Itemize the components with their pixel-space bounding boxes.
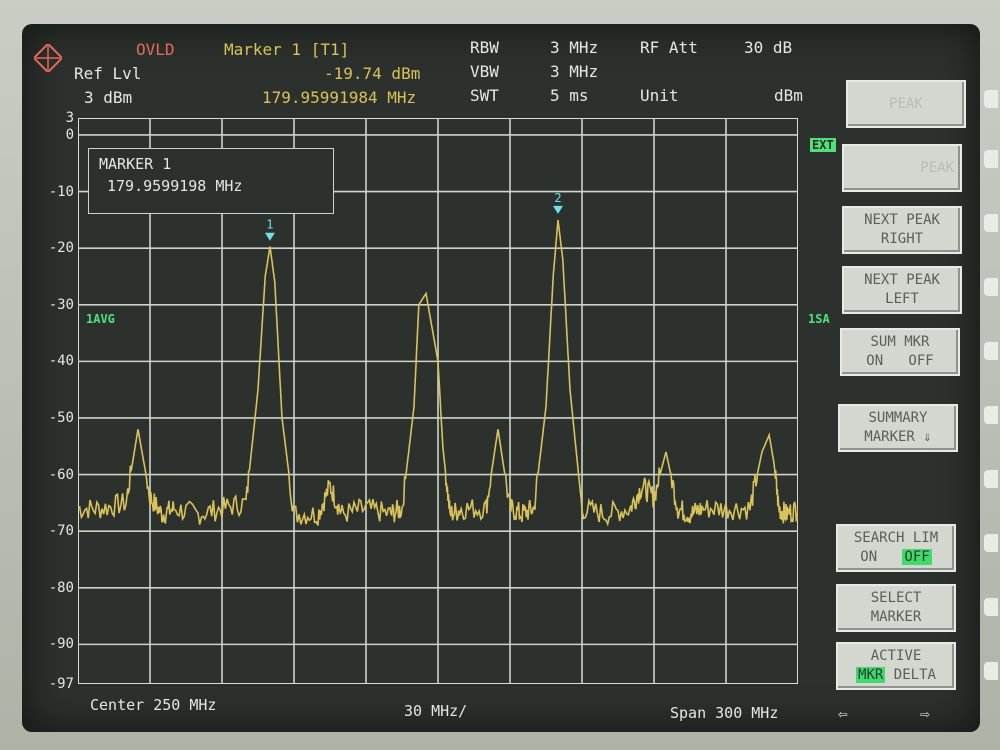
softkey-peak-2[interactable]: PEAK <box>842 144 962 192</box>
softkey-next-left-line2: LEFT <box>885 291 919 307</box>
softkey-search-on: ON <box>860 549 878 565</box>
softkey-next-right-line1: NEXT PEAK <box>864 212 940 228</box>
marker-box-title: MARKER 1 <box>99 155 172 173</box>
softkey-select-marker[interactable]: SELECT MARKER <box>836 584 956 632</box>
hardkey-7[interactable] <box>984 470 998 488</box>
hardkey-3[interactable] <box>984 214 998 232</box>
swt-value: 5 ms <box>550 86 589 105</box>
analyzer-screen: OVLD Marker 1 [T1] Ref Lvl -19.74 dBm 3 … <box>22 24 980 732</box>
hardkey-9[interactable] <box>984 598 998 616</box>
rbw-label: RBW <box>470 38 499 57</box>
unit-label: Unit <box>640 86 679 105</box>
span-frequency: Span 300 MHz <box>670 704 779 722</box>
softkey-search-limit[interactable]: SEARCH LIM ON OFF <box>836 524 956 572</box>
hardkey-8[interactable] <box>984 534 998 552</box>
y-tick-label: 0 <box>65 126 74 143</box>
trace-tag-left: 1AVG <box>86 312 115 326</box>
y-tick-label: -70 <box>48 523 74 540</box>
y-tick-label: -30 <box>48 296 74 313</box>
rf-att-label: RF Att <box>640 38 698 57</box>
y-tick-label: -97 <box>48 676 74 692</box>
y-tick-label: -10 <box>48 183 74 200</box>
softkey-select-line2: MARKER <box>870 609 922 625</box>
y-tick-label: -60 <box>48 466 74 483</box>
y-tick-label: -90 <box>48 636 74 653</box>
softkey-next-peak-right[interactable]: NEXT PEAK RIGHT <box>842 206 962 254</box>
brand-logo-icon <box>34 44 62 72</box>
vbw-label: VBW <box>470 62 499 81</box>
softkey-sum-marker[interactable]: SUM MKR ON OFF <box>840 328 960 376</box>
overload-indicator: OVLD <box>136 40 175 59</box>
hardkey-column <box>984 90 1000 710</box>
ref-level-value: 3 dBm <box>84 88 133 107</box>
softkey-active-mkr: MKR <box>856 667 886 683</box>
y-tick-label: -80 <box>48 579 74 596</box>
center-frequency: Center 250 MHz <box>90 696 217 714</box>
softkey-next-peak-left[interactable]: NEXT PEAK LEFT <box>842 266 962 314</box>
marker-title: Marker 1 [T1] <box>224 40 350 59</box>
rf-att-value: 30 dB <box>744 38 793 57</box>
ext-tag: EXT <box>810 138 836 152</box>
softkey-active-line1: ACTIVE <box>870 648 922 664</box>
y-tick-label: -40 <box>48 353 74 370</box>
unit-value: dBm <box>774 86 803 105</box>
marker-frequency: 179.95991984 MHz <box>262 88 417 107</box>
arrow-left-icon[interactable]: ⇦ <box>838 704 848 723</box>
division-scale: 30 MHz/ <box>404 702 468 720</box>
marker-info-box: MARKER 1 179.9599198 MHz <box>88 148 334 214</box>
softkey-sum-on: ON <box>866 353 884 369</box>
y-tick-label: -20 <box>48 240 74 257</box>
softkey-peak[interactable]: PEAK <box>846 80 966 128</box>
softkey-summary-line2: MARKER ⇓ <box>864 429 932 445</box>
marker-box-frequency: 179.9599198 MHz <box>107 177 243 195</box>
softkey-summary-marker[interactable]: SUMMARY MARKER ⇓ <box>838 404 958 452</box>
hardkey-10[interactable] <box>984 662 998 680</box>
softkey-peak-label: PEAK <box>889 95 923 112</box>
marker-label: 2 <box>554 191 561 205</box>
softkey-search-line1: SEARCH LIM <box>853 530 939 546</box>
softkey-select-line1: SELECT <box>870 590 922 606</box>
trace-tag-right: 1SA <box>808 312 830 326</box>
hardkey-4[interactable] <box>984 278 998 296</box>
y-tick-label: 3 <box>65 110 74 126</box>
swt-label: SWT <box>470 86 499 105</box>
softkey-next-left-line1: NEXT PEAK <box>864 272 940 288</box>
softkey-sum-line1: SUM MKR <box>870 334 930 350</box>
softkey-sum-off: OFF <box>908 353 934 369</box>
rbw-value: 3 MHz <box>550 38 599 57</box>
arrow-right-icon[interactable]: ⇨ <box>920 704 930 723</box>
softkey-summary-line1: SUMMARY <box>868 410 928 426</box>
softkey-peak-2-label: PEAK <box>920 159 954 176</box>
y-tick-label: -50 <box>48 409 74 426</box>
hardkey-1[interactable] <box>984 90 998 108</box>
hardkey-6[interactable] <box>984 406 998 424</box>
hardkey-5[interactable] <box>984 342 998 360</box>
softkey-search-off: OFF <box>902 549 932 565</box>
softkey-next-right-line2: RIGHT <box>880 231 924 247</box>
softkey-active-delta: DELTA <box>893 667 936 683</box>
vbw-value: 3 MHz <box>550 62 599 81</box>
hardkey-2[interactable] <box>984 150 998 168</box>
marker-level: -19.74 dBm <box>324 64 421 83</box>
softkey-active-marker[interactable]: ACTIVE MKR DELTA <box>836 642 956 690</box>
marker-label: 1 <box>266 218 273 232</box>
ref-level-label: Ref Lvl <box>74 64 142 83</box>
